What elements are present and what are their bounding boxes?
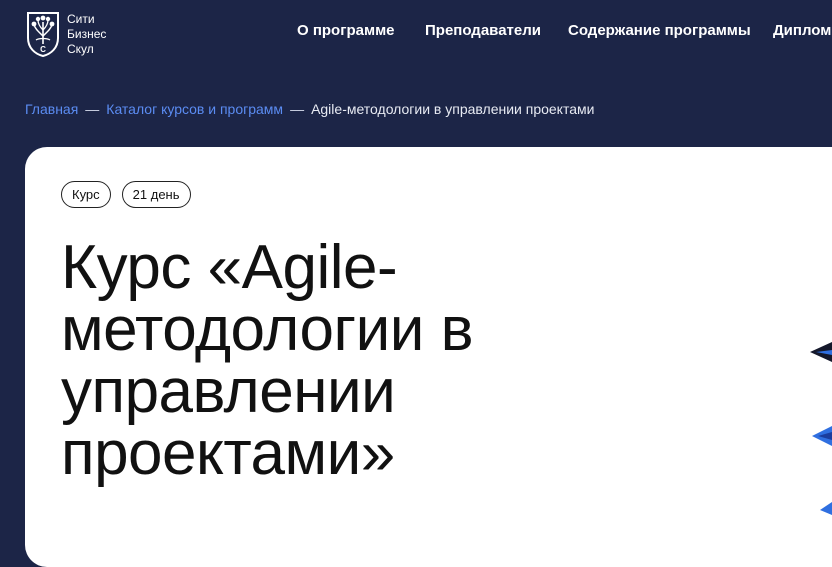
site-header: С Сити Бизнес Скул О программе Преподава… [0, 0, 832, 62]
title-line: проектами» [61, 419, 395, 488]
title-line: Курс «Agile- [61, 233, 398, 302]
nav-item-about[interactable]: О программе [297, 22, 395, 39]
logo-wordmark: Сити Бизнес Скул [67, 12, 106, 57]
decorative-prism-icon [812, 426, 832, 446]
hero-card: Курс 21 день Курс «Agile- методологии в … [25, 147, 832, 567]
breadcrumb-separator: — [290, 101, 305, 117]
breadcrumb-separator: — [85, 101, 100, 117]
nav-item-diploma[interactable]: Диплом [773, 22, 831, 39]
city-business-school-logo-icon: С [27, 12, 59, 58]
tag-duration: 21 день [121, 181, 191, 208]
logo[interactable]: С Сити Бизнес Скул [25, 10, 106, 58]
breadcrumb: Главная — Каталог курсов и программ — Ag… [25, 101, 594, 117]
decorative-prism-icon [820, 502, 832, 515]
breadcrumb-current: Agile-методологии в управлении проектами [311, 101, 595, 117]
nav-item-program-content[interactable]: Содержание программы [568, 22, 751, 39]
breadcrumb-link-catalog[interactable]: Каталог курсов и программ [106, 101, 283, 117]
title-line: методологии в [61, 295, 474, 364]
breadcrumb-link-home[interactable]: Главная [25, 101, 78, 117]
logo-line: Сити [67, 12, 95, 26]
decorative-prism-icon [810, 342, 832, 362]
logo-line: Скул [67, 42, 94, 56]
hero-tags: Курс 21 день [61, 181, 191, 208]
page-title: Курс «Agile- методологии в управлении пр… [61, 237, 581, 485]
logo-shield-letter: С [40, 45, 46, 54]
nav-item-teachers[interactable]: Преподаватели [425, 22, 541, 39]
logo-line: Бизнес [67, 27, 107, 41]
title-line: управлении [61, 357, 396, 426]
tag-type: Курс [61, 181, 111, 208]
